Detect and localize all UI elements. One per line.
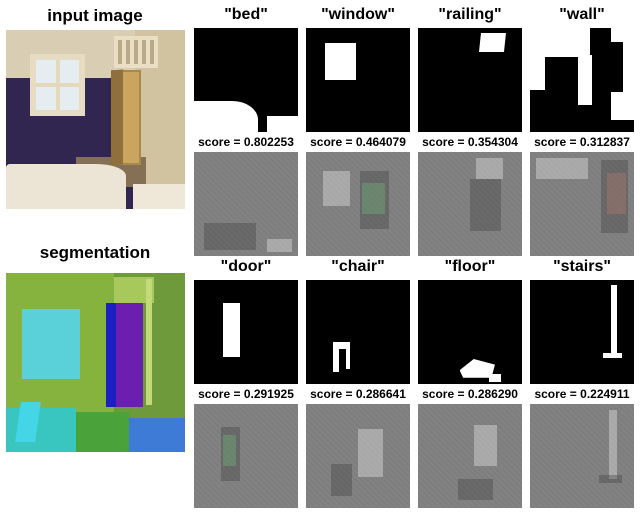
segmentation-title: segmentation xyxy=(6,243,184,263)
class-label: "railing" xyxy=(418,6,522,26)
feature-thumbnail xyxy=(306,152,410,256)
mask-thumbnail xyxy=(530,280,634,384)
class-label: "floor" xyxy=(418,258,522,278)
feature-thumbnail xyxy=(530,152,634,256)
segmentation-image xyxy=(6,273,185,452)
score-text: score = 0.802253 xyxy=(194,134,298,150)
class-label: "stairs" xyxy=(530,258,634,278)
class-label: "window" xyxy=(306,6,410,26)
feature-thumbnail xyxy=(418,404,522,508)
input-image xyxy=(6,30,185,209)
class-label: "chair" xyxy=(306,258,410,278)
score-text: score = 0.286290 xyxy=(418,386,522,402)
score-text: score = 0.312837 xyxy=(530,134,634,150)
mask-thumbnail xyxy=(306,28,410,132)
class-label: "bed" xyxy=(194,6,298,26)
mask-thumbnail xyxy=(418,280,522,384)
figure-root: input image segmentation xyxy=(0,0,640,514)
mask-thumbnail xyxy=(306,280,410,384)
left-column: input image segmentation xyxy=(6,6,184,508)
score-text: score = 0.464079 xyxy=(306,134,410,150)
score-text: score = 0.291925 xyxy=(194,386,298,402)
feature-thumbnail xyxy=(306,404,410,508)
score-text: score = 0.224911 xyxy=(530,386,634,402)
score-text: score = 0.354304 xyxy=(418,134,522,150)
class-label: "door" xyxy=(194,258,298,278)
class-label: "wall" xyxy=(530,6,634,26)
feature-thumbnail xyxy=(194,404,298,508)
mask-thumbnail xyxy=(530,28,634,132)
mask-thumbnail xyxy=(194,280,298,384)
score-text: score = 0.286641 xyxy=(306,386,410,402)
feature-thumbnail xyxy=(418,152,522,256)
mask-thumbnail xyxy=(418,28,522,132)
feature-thumbnail xyxy=(530,404,634,508)
input-image-title: input image xyxy=(6,6,184,26)
results-grid: "bed" "window" "railing" "wall" score = … xyxy=(194,6,634,508)
mask-thumbnail xyxy=(194,28,298,132)
feature-thumbnail xyxy=(194,152,298,256)
